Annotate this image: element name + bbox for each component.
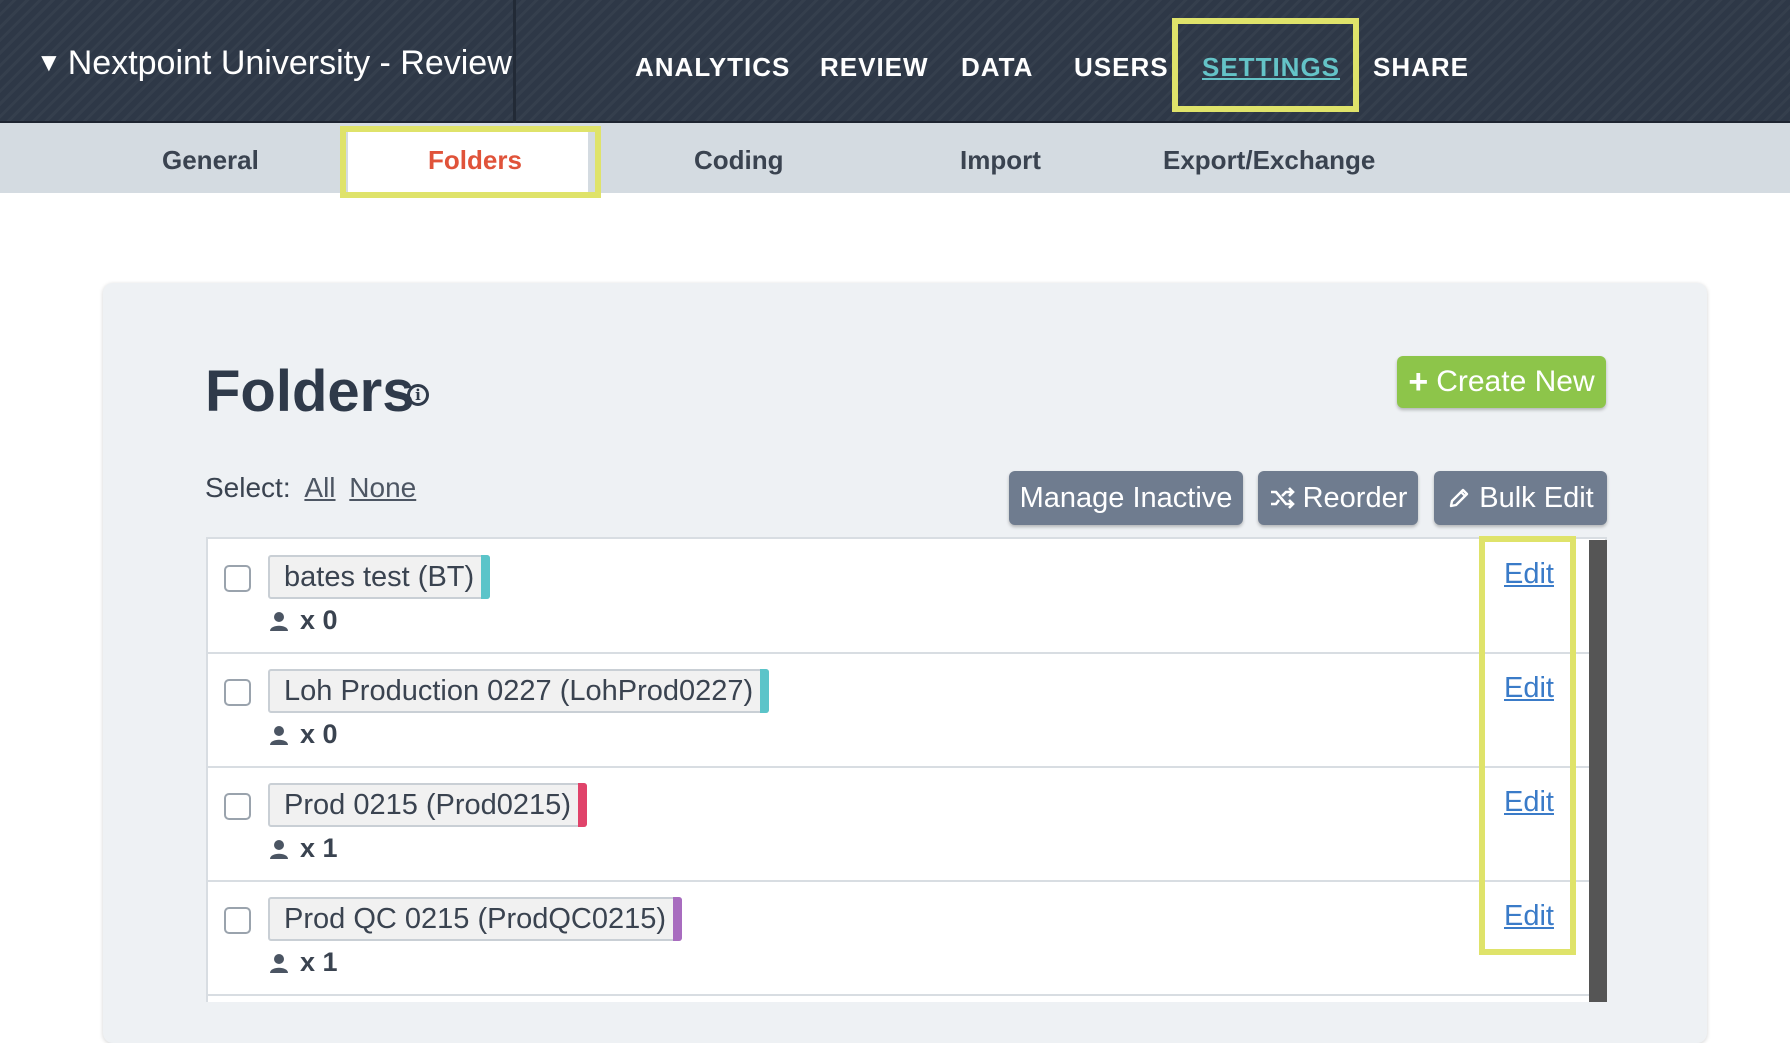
user-count: x 0 (268, 605, 338, 636)
tab-general[interactable]: General (162, 145, 259, 176)
page-title: Folders (205, 359, 415, 424)
bulk-edit-label: Bulk Edit (1479, 481, 1594, 514)
folder-color-bar (577, 783, 587, 827)
top-navigation-bar: ▼ Nextpoint University - Review ANALYTICS… (0, 0, 1790, 123)
user-icon (270, 726, 288, 745)
folder-tag: Prod QC 0215 (ProdQC0215) (268, 897, 683, 941)
settings-subnav: General Coding Import Export/Exchange (0, 123, 1790, 193)
project-name: Nextpoint University - Review (67, 44, 512, 82)
project-selector[interactable]: ▼ Nextpoint University - Review (36, 44, 512, 83)
header-divider (513, 0, 516, 123)
user-icon (270, 840, 288, 859)
select-label: Select: (205, 472, 291, 503)
row-divider (208, 652, 1589, 654)
create-new-label: Create New (1436, 365, 1595, 398)
select-controls: Select: All None (205, 472, 416, 504)
nav-share[interactable]: SHARE (1373, 52, 1469, 83)
row-checkbox[interactable] (224, 793, 251, 820)
select-none-link[interactable]: None (349, 472, 416, 503)
row-checkbox[interactable] (224, 907, 251, 934)
user-count-value: x 1 (300, 833, 338, 863)
user-count-value: x 1 (300, 947, 338, 977)
settings-highlight-box (1172, 18, 1359, 112)
row-checkbox[interactable] (224, 679, 251, 706)
select-all-link[interactable]: All (304, 472, 335, 503)
folder-color-bar (481, 555, 491, 599)
nav-review[interactable]: REVIEW (820, 52, 929, 83)
folder-tag: bates test (BT) (268, 555, 491, 599)
user-count: x 1 (268, 833, 338, 864)
nav-analytics[interactable]: ANALYTICS (635, 52, 790, 83)
folder-name: Loh Production 0227 (LohProd0227) (284, 675, 754, 707)
edit-column-highlight-box (1479, 536, 1576, 955)
reorder-label: Reorder (1302, 481, 1408, 514)
tab-coding[interactable]: Coding (694, 145, 784, 176)
nav-data[interactable]: DATA (961, 52, 1033, 83)
info-icon[interactable]: i (407, 384, 429, 406)
manage-inactive-label: Manage Inactive (1019, 481, 1233, 514)
tab-export-exchange[interactable]: Export/Exchange (1163, 145, 1375, 176)
row-divider (208, 994, 1589, 996)
nav-users[interactable]: USERS (1074, 52, 1169, 83)
tab-import[interactable]: Import (960, 145, 1041, 176)
plus-icon: + (1408, 363, 1429, 401)
folder-name: Prod 0215 (Prod0215) (284, 789, 571, 821)
user-icon (270, 954, 288, 973)
folder-tag: Prod 0215 (Prod0215) (268, 783, 587, 827)
row-divider (208, 766, 1589, 768)
pencil-icon (1450, 488, 1469, 508)
folder-name: Prod QC 0215 (ProdQC0215) (284, 903, 667, 935)
row-divider (208, 880, 1589, 882)
row-checkbox[interactable] (224, 565, 251, 592)
manage-inactive-button[interactable]: Manage Inactive (1009, 471, 1243, 525)
scrollbar[interactable] (1589, 540, 1607, 1002)
user-count: x 1 (268, 947, 338, 978)
shuffle-icon (1270, 487, 1295, 509)
reorder-button[interactable]: Reorder (1258, 471, 1418, 525)
create-new-button[interactable]: + Create New (1397, 356, 1606, 408)
bulk-edit-button[interactable]: Bulk Edit (1434, 471, 1607, 525)
folder-color-bar (673, 897, 683, 941)
caret-down-icon: ▼ (36, 47, 62, 77)
folder-color-bar (760, 669, 770, 713)
user-count: x 0 (268, 719, 338, 750)
folders-tab-highlight-box (340, 126, 601, 198)
user-count-value: x 0 (300, 719, 338, 749)
user-icon (270, 612, 288, 631)
folder-name: bates test (BT) (284, 561, 475, 593)
folder-tag: Loh Production 0227 (LohProd0227) (268, 669, 770, 713)
user-count-value: x 0 (300, 605, 338, 635)
